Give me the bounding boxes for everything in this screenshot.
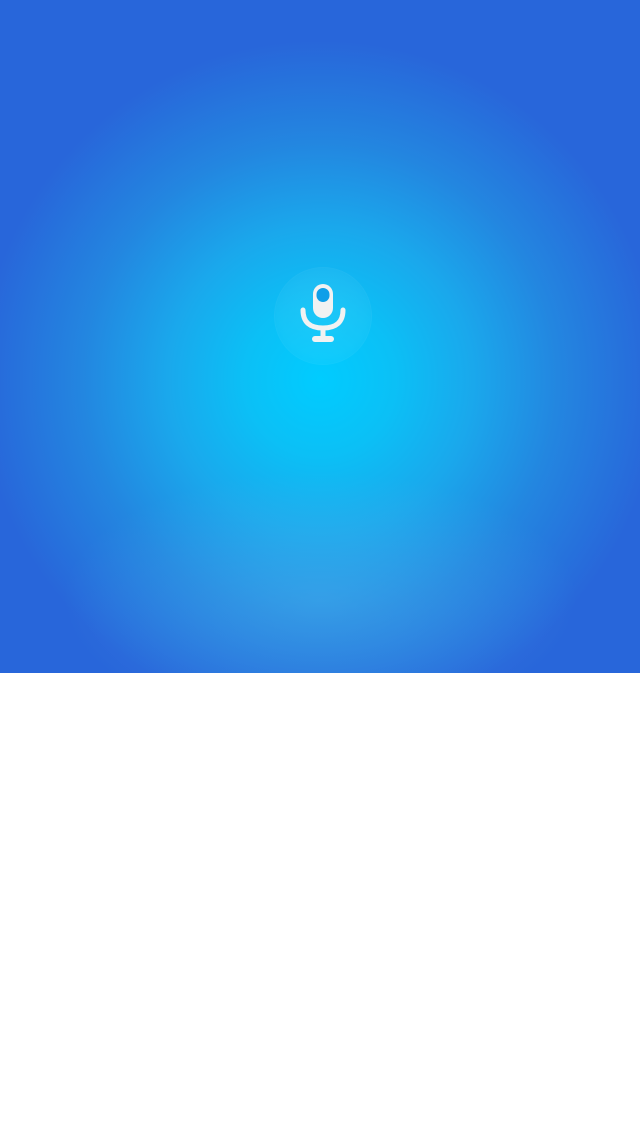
voice-search-screen [0, 0, 640, 1138]
panel-glow [60, 470, 580, 673]
content-area [0, 673, 640, 1138]
microphone-icon [300, 284, 346, 342]
voice-input-panel [0, 0, 640, 673]
microphone-button[interactable] [275, 268, 371, 364]
